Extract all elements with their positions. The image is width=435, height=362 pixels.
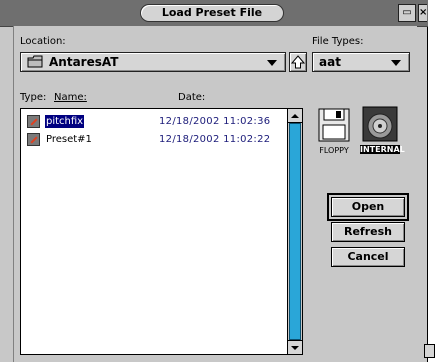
cancel-button[interactable]: Cancel [331,247,405,267]
type-column-header: Type: [20,92,47,103]
chevron-down-icon [391,60,401,66]
load-preset-dialog: Load Preset File ▭ × Location: AntaresAT… [0,0,428,362]
name-column-header[interactable]: Name: [54,92,87,103]
scroll-track[interactable] [289,123,301,340]
hard-disk-icon[interactable] [362,106,398,142]
vertical-scrollbar[interactable] [287,109,302,354]
internal-volume-label[interactable]: INTERNAL [360,145,405,154]
file-types-popup[interactable]: aat [312,52,410,72]
file-name: Preset#1 [46,134,92,145]
file-types-label: File Types: [312,36,364,47]
location-popup[interactable]: AntaresAT [20,52,286,72]
scroll-down-button[interactable] [288,340,302,354]
preset-file-icon [27,115,40,128]
location-value: AntaresAT [49,55,119,69]
window-title: Load Preset File [140,4,284,22]
refresh-button[interactable]: Refresh [331,222,405,242]
date-column-header[interactable]: Date: [178,92,205,103]
parent-folder-button[interactable] [289,52,307,72]
floppy-disk-icon[interactable] [318,108,350,142]
folder-icon [27,55,43,68]
file-name: pitchfix [45,115,85,128]
preset-file-icon [27,133,40,146]
dialog-content: Location: AntaresAT File Types: aat Type… [13,26,417,362]
file-date: 12/18/2002 11:02:22 [159,134,271,145]
scroll-up-button[interactable] [288,109,302,123]
zoom-box-icon[interactable]: × [418,4,427,22]
collapse-box-icon[interactable]: ▭ [398,4,416,22]
title-bar[interactable]: Load Preset File ▭ × [0,0,428,27]
floppy-volume-label[interactable]: FLOPPY [314,146,354,155]
file-list[interactable]: pitchfix 12/18/2002 11:02:36 Preset#1 12… [20,108,303,355]
arrow-up-icon [290,55,306,69]
file-row[interactable]: pitchfix 12/18/2002 11:02:36 [21,115,283,129]
file-date: 12/18/2002 11:02:36 [159,116,271,127]
resize-handle-icon[interactable] [424,344,435,358]
chevron-down-icon [267,60,277,66]
location-label: Location: [20,36,66,47]
file-row[interactable]: Preset#1 12/18/2002 11:02:22 [21,133,283,147]
open-button[interactable]: Open [327,193,409,221]
file-types-value: aat [319,55,341,69]
